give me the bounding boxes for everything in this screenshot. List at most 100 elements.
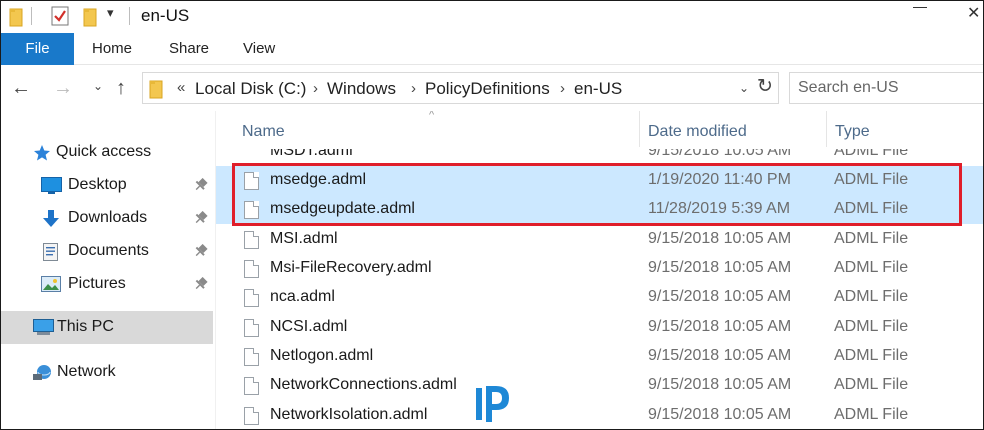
pictures-icon — [41, 276, 61, 297]
file-date: 9/15/2018 10:05 AM — [648, 406, 792, 423]
toolbar-separator — [31, 7, 32, 25]
nav-item-label: Pictures — [68, 275, 126, 292]
pin-icon[interactable] — [190, 176, 209, 195]
toolbar-separator — [129, 7, 130, 25]
column-header-type[interactable]: Type — [827, 111, 983, 147]
column-header-label: Date modified — [648, 123, 747, 140]
search-box[interactable] — [789, 72, 983, 104]
file-type: ADML File — [834, 406, 909, 423]
documents-icon — [43, 243, 58, 265]
column-header-label: Type — [835, 123, 870, 140]
file-icon — [244, 319, 259, 337]
file-row[interactable]: MSI.adml 9/15/2018 10:05 AM ADML File — [216, 225, 983, 254]
file-icon — [244, 231, 259, 249]
address-dropdown-button[interactable]: ⌄ — [739, 81, 749, 95]
tab-view[interactable]: View — [243, 33, 275, 65]
desktop-icon — [41, 177, 62, 198]
file-name: Netlogon.adml — [270, 347, 374, 364]
address-bar[interactable]: « Local Disk (C:) › Windows › PolicyDefi… — [142, 72, 779, 104]
prajwal-logo-icon — [472, 384, 514, 428]
file-icon — [244, 289, 259, 307]
file-row[interactable]: Msi-FileRecovery.adml 9/15/2018 10:05 AM… — [216, 254, 983, 283]
file-name: NetworkIsolation.adml — [270, 406, 428, 423]
breadcrumb-separator[interactable]: › — [313, 80, 318, 97]
breadcrumb-separator[interactable]: › — [411, 80, 416, 97]
explorer-window: ▾ en-US ✕ File Home Share View ← → ⌄ ↑ «… — [0, 0, 984, 430]
file-date: 9/15/2018 10:05 AM — [648, 259, 792, 276]
file-list: ^ Name Date modified Type MSDT.adml 9/15… — [216, 111, 983, 429]
close-button[interactable]: ✕ — [967, 3, 980, 23]
nav-item-desktop[interactable]: Desktop — [1, 169, 213, 202]
nav-item-documents[interactable]: Documents — [1, 235, 213, 268]
file-row[interactable]: Netlogon.adml 9/15/2018 10:05 AM ADML Fi… — [216, 342, 983, 371]
breadcrumb-separator[interactable]: › — [560, 80, 565, 97]
forward-button[interactable]: → — [53, 77, 73, 100]
file-name: MSI.adml — [270, 230, 338, 247]
nav-item-this-pc[interactable]: This PC — [1, 311, 213, 344]
file-name: NCSI.adml — [270, 318, 348, 335]
nav-item-pictures[interactable]: Pictures — [1, 268, 213, 301]
file-date: 9/15/2018 10:05 AM — [648, 149, 792, 159]
file-row[interactable]: MSDT.adml 9/15/2018 10:05 AM ADML File — [216, 149, 983, 161]
nav-item-label: Downloads — [68, 209, 148, 226]
file-row[interactable]: NetworkIsolation.adml 9/15/2018 10:05 AM… — [216, 401, 983, 429]
navigation-pane: Quick access Desktop Downloads Documents… — [1, 111, 215, 429]
address-toolbar: ← → ⌄ ↑ « Local Disk (C:) › Windows › Po… — [1, 65, 983, 111]
properties-check-icon[interactable] — [51, 6, 69, 30]
file-name: nca.adml — [270, 288, 335, 305]
file-type: ADML File — [834, 318, 909, 335]
file-icon — [244, 260, 259, 278]
file-type: ADML File — [834, 288, 909, 305]
breadcrumb-en-us[interactable]: en-US — [574, 79, 622, 99]
recent-locations-button[interactable]: ⌄ — [93, 79, 103, 93]
pin-icon[interactable] — [190, 242, 209, 261]
computer-icon — [33, 319, 54, 340]
folder-icon — [149, 79, 163, 103]
search-input[interactable] — [798, 79, 978, 97]
file-icon — [244, 377, 259, 395]
customize-dropdown-icon[interactable]: ▾ — [107, 5, 114, 21]
pin-icon[interactable] — [190, 209, 209, 228]
nav-item-label: Network — [57, 363, 116, 380]
ribbon-tabs: File Home Share View — [1, 33, 983, 65]
file-date: 9/15/2018 10:05 AM — [648, 230, 792, 247]
refresh-button[interactable]: ↻ — [757, 75, 773, 98]
minimize-button[interactable] — [913, 7, 927, 8]
nav-item-network[interactable]: Network — [1, 356, 213, 389]
breadcrumb-overflow-button[interactable]: « — [177, 79, 185, 96]
tab-share[interactable]: Share — [169, 33, 209, 65]
file-name: NetworkConnections.adml — [270, 376, 457, 393]
title-bar: ▾ en-US ✕ — [1, 1, 983, 33]
nav-item-label: Documents — [68, 242, 149, 259]
file-icon — [244, 407, 259, 425]
downloads-icon — [43, 210, 59, 232]
tab-home[interactable]: Home — [92, 33, 132, 65]
nav-item-downloads[interactable]: Downloads — [1, 202, 213, 235]
new-folder-icon[interactable] — [83, 7, 97, 31]
column-header-date-modified[interactable]: Date modified — [640, 111, 826, 147]
nav-item-label: Desktop — [68, 176, 127, 193]
nav-item-quick-access[interactable]: Quick access — [1, 136, 213, 169]
breadcrumb-local-disk[interactable]: Local Disk (C:) — [195, 79, 306, 99]
nav-item-label: This PC — [57, 318, 114, 335]
file-date: 9/15/2018 10:05 AM — [648, 288, 792, 305]
file-date: 9/15/2018 10:05 AM — [648, 318, 792, 335]
file-row[interactable]: NetworkConnections.adml 9/15/2018 10:05 … — [216, 371, 983, 400]
highlight-annotation — [232, 163, 962, 226]
network-icon — [33, 364, 53, 386]
up-button[interactable]: ↑ — [116, 77, 126, 100]
file-date: 9/15/2018 10:05 AM — [648, 347, 792, 364]
folder-icon[interactable] — [9, 7, 23, 31]
file-row[interactable]: NCSI.adml 9/15/2018 10:05 AM ADML File — [216, 313, 983, 342]
file-row[interactable]: nca.adml 9/15/2018 10:05 AM ADML File — [216, 283, 983, 312]
file-name: Msi-FileRecovery.adml — [270, 259, 432, 276]
pin-icon[interactable] — [190, 275, 209, 294]
tab-file[interactable]: File — [1, 33, 74, 65]
column-header-name[interactable]: Name — [216, 111, 639, 147]
nav-item-label: Quick access — [56, 143, 152, 160]
breadcrumb-policydefinitions[interactable]: PolicyDefinitions — [425, 79, 550, 99]
file-name: MSDT.adml — [270, 149, 353, 159]
file-icon — [244, 348, 259, 366]
breadcrumb-windows[interactable]: Windows — [327, 79, 396, 99]
back-button[interactable]: ← — [11, 77, 31, 100]
